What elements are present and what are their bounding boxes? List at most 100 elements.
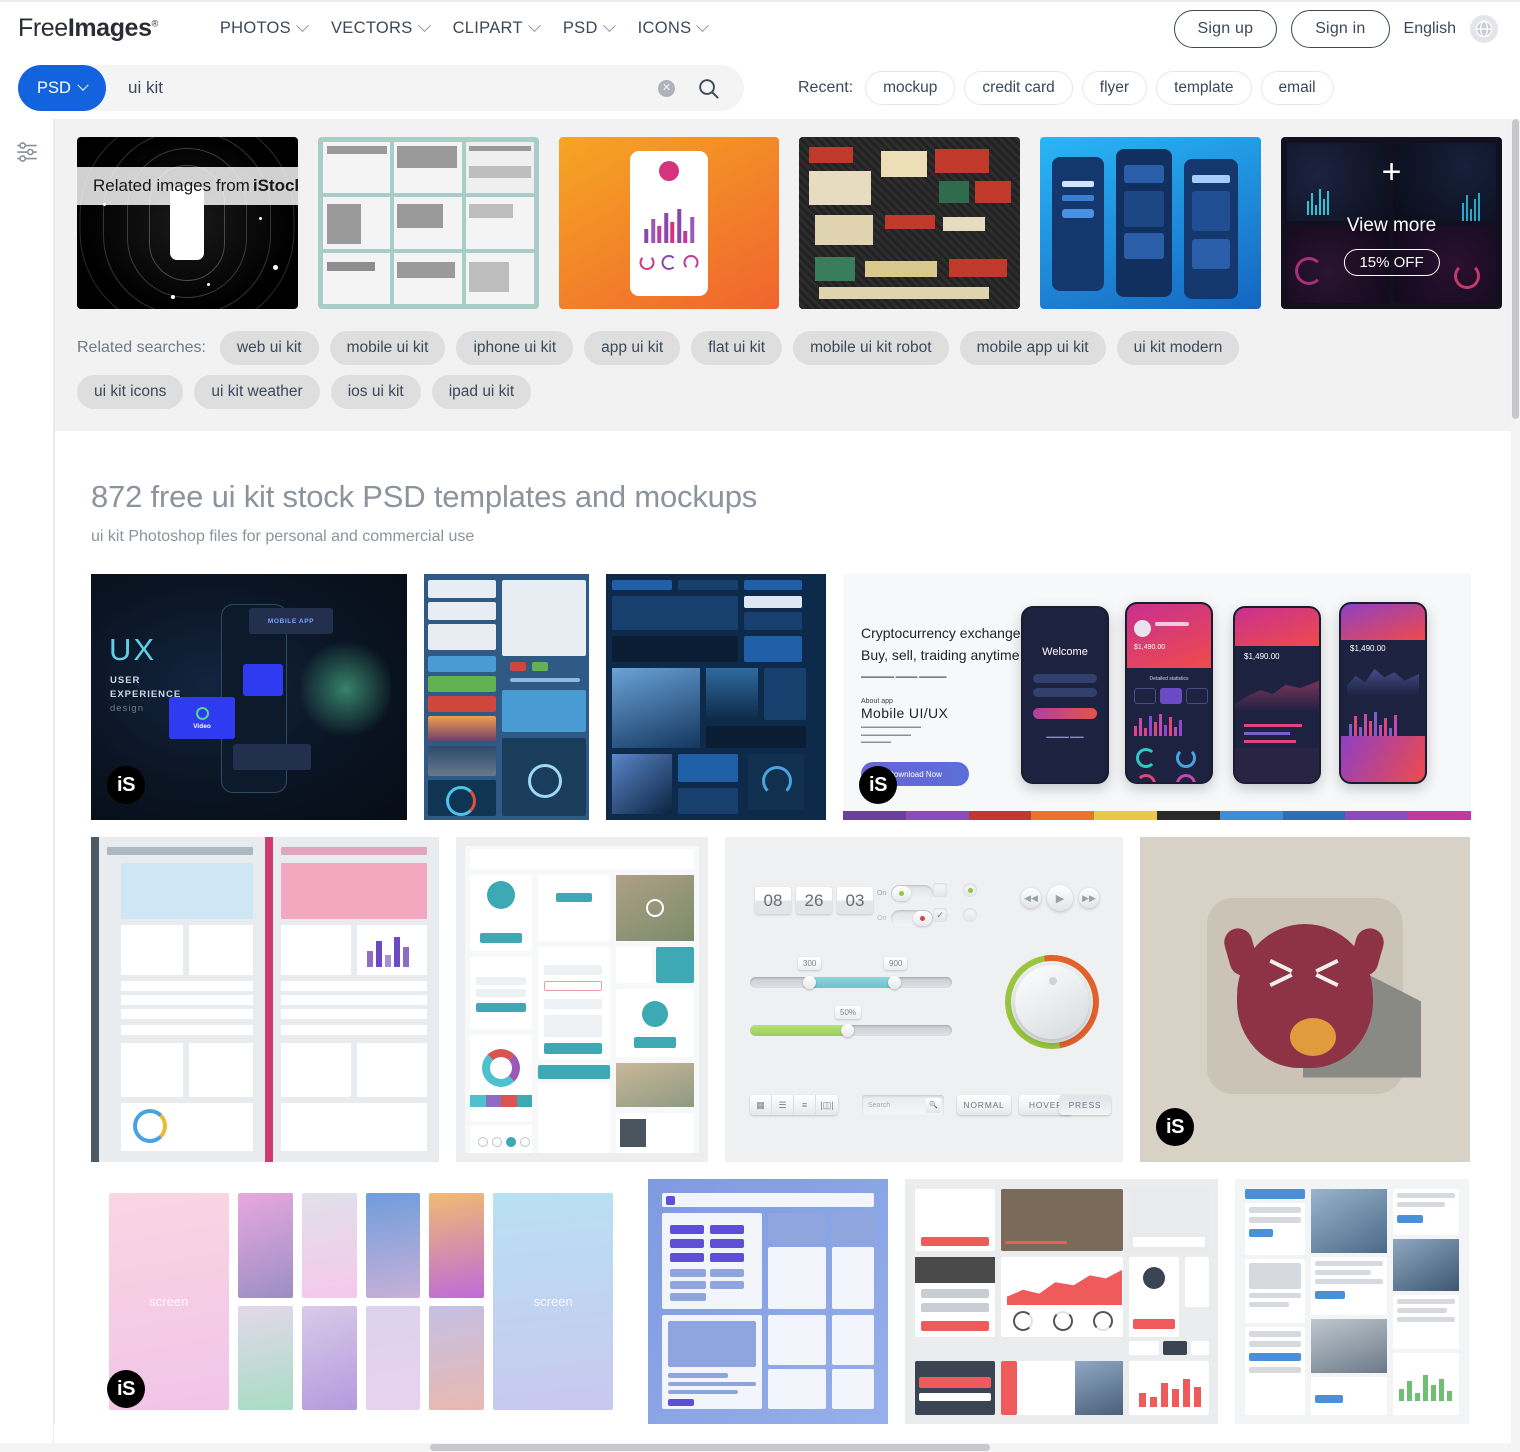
related-tag-mobile-ui-kit-robot[interactable]: mobile ui kit robot [793, 331, 949, 365]
crypto-download-label: Download Now [888, 769, 942, 779]
language-selector[interactable]: English [1404, 20, 1456, 38]
related-tag-ios-ui-kit[interactable]: ios ui kit [330, 375, 421, 409]
horizontal-scrollbar[interactable] [0, 1443, 1520, 1452]
site-header: FreeImages® PHOTOS VECTORS CLIPART PSD I… [0, 0, 1520, 57]
result-card-dog-icon[interactable]: iS [1140, 837, 1470, 1162]
promo-thumb-5[interactable] [1040, 137, 1262, 309]
search-icon[interactable] [697, 77, 720, 100]
nav-item-photos[interactable]: PHOTOS [202, 19, 313, 38]
checkbox-checked[interactable]: ✓ [933, 908, 947, 922]
progress-tip: 50% [835, 1006, 862, 1019]
search-category-dropdown[interactable]: PSD [18, 65, 106, 111]
recent-chip-flyer[interactable]: flyer [1081, 71, 1148, 105]
chevron-down-icon [417, 19, 431, 33]
result-card-blue-wireframe[interactable] [648, 1179, 888, 1424]
rewind-button[interactable]: ◀◀ [1021, 888, 1041, 908]
filter-sliders-icon[interactable] [14, 139, 40, 165]
istock-badge-dog: iS [1156, 1108, 1194, 1146]
range-slider[interactable] [750, 976, 952, 989]
site-logo[interactable]: FreeImages® [18, 14, 158, 43]
nav-item-clipart[interactable]: CLIPART [435, 19, 545, 38]
related-tag-ui-kit-modern[interactable]: ui kit modern [1116, 331, 1240, 365]
promo-thumb-view-more[interactable]: + View more 15% OFF [1281, 137, 1502, 309]
checkbox-unchecked[interactable] [933, 883, 947, 897]
toggle-switch-green[interactable] [891, 885, 934, 902]
related-tag-mobile-app-ui-kit[interactable]: mobile app ui kit [959, 331, 1106, 365]
button-press-label: PRESS [1068, 1100, 1102, 1110]
result-card-mobile-kit[interactable] [424, 574, 589, 820]
page-title: 872 free ui kit stock PSD templates and … [91, 479, 758, 514]
result-card-dashboard[interactable] [91, 837, 439, 1162]
sign-up-button[interactable]: Sign up [1173, 9, 1278, 48]
promo-thumb-1[interactable]: Related images from iStock | Save Now ↗ [77, 137, 298, 309]
crypto-phone-stats: $1,490.00 Detailed statistics [1125, 602, 1213, 784]
chevron-down-icon [77, 79, 89, 91]
result-card-gradient-screens[interactable]: screen screen iS [91, 1179, 631, 1424]
istock-promo-row: Related images from iStock | Save Now ↗ [77, 137, 1502, 309]
play-button[interactable]: ▶ [1047, 885, 1073, 911]
sign-in-button[interactable]: Sign in [1291, 9, 1390, 48]
nav-item-psd[interactable]: PSD [545, 19, 620, 38]
view-grid-icon[interactable]: ▦ [750, 1095, 772, 1115]
button-normal[interactable]: NORMAL [957, 1095, 1011, 1115]
search-row: PSD ✕ Recent: mockup credit card flyer t… [0, 57, 1520, 119]
istock-badge: iS [107, 766, 145, 804]
globe-icon[interactable] [1470, 14, 1498, 43]
main-nav: PHOTOS VECTORS CLIPART PSD ICONS [202, 19, 714, 38]
recent-searches: Recent: mockup credit card flyer templat… [798, 71, 1334, 105]
toggle-switch-red[interactable] [891, 910, 934, 927]
related-tag-ui-kit-icons[interactable]: ui kit icons [77, 375, 184, 409]
volume-knob[interactable] [986, 936, 1118, 1068]
close-icon[interactable]: ✕ [658, 79, 675, 97]
result-card-dark-kit[interactable] [606, 574, 826, 820]
radio-unselected[interactable] [963, 908, 977, 922]
crypto-about-label: About app [861, 698, 893, 705]
progress-slider-fill [750, 1025, 847, 1036]
view-columns-icon[interactable]: |◫| [816, 1095, 838, 1115]
crypto-phone-chart-2: $1,490.00 [1339, 602, 1427, 784]
result-card-teal-dashboard[interactable] [456, 837, 708, 1162]
related-tag-flat-ui-kit[interactable]: flat ui kit [691, 331, 783, 365]
result-card-red-kit[interactable] [905, 1179, 1218, 1424]
related-tag-mobile-ui-kit[interactable]: mobile ui kit [329, 331, 446, 365]
promo-thumb-3[interactable] [558, 137, 780, 309]
recent-chip-credit-card[interactable]: credit card [964, 71, 1073, 105]
radio-selected[interactable] [963, 883, 977, 897]
vertical-scrollbar[interactable] [1511, 119, 1520, 1452]
recent-chip-email[interactable]: email [1260, 71, 1334, 105]
related-tag-web-ui-kit[interactable]: web ui kit [219, 331, 319, 365]
search-input[interactable] [106, 78, 658, 98]
toggle-on-label-1: On [877, 890, 887, 897]
istock-promo-banner[interactable]: Related images from iStock | Save Now ↗ [77, 167, 298, 205]
promo-banner-prefix: Related images from [93, 176, 250, 195]
controls-search-placeholder: Search [868, 1101, 891, 1109]
promo-thumb-2[interactable] [317, 137, 539, 309]
range-slider-min-tip: 300 [798, 957, 822, 970]
button-press[interactable]: PRESS [1059, 1095, 1111, 1115]
promo-thumb-4[interactable] [799, 137, 1021, 309]
progress-slider[interactable] [750, 1024, 952, 1037]
forward-button[interactable]: ▶▶ [1079, 888, 1099, 908]
view-list-icon[interactable]: ☰ [772, 1095, 794, 1115]
logo-images: Images [67, 14, 152, 42]
result-card-gray-kit[interactable] [1235, 1179, 1469, 1424]
recent-chip-template[interactable]: template [1156, 71, 1252, 105]
nav-item-vectors[interactable]: VECTORS [313, 19, 435, 38]
view-rows-icon[interactable]: ≡ [794, 1095, 816, 1115]
horizontal-scrollbar-thumb[interactable] [430, 1444, 990, 1451]
search-icon-small[interactable]: 🔍 [926, 1097, 941, 1113]
related-tag-ui-kit-weather[interactable]: ui kit weather [194, 375, 320, 409]
related-tag-ipad-ui-kit[interactable]: ipad ui kit [431, 375, 532, 409]
nav-item-icons[interactable]: ICONS [620, 19, 714, 38]
result-card-crypto[interactable]: Cryptocurrency exchange Buy, sell, traid… [843, 574, 1471, 820]
vertical-scrollbar-thumb[interactable] [1512, 119, 1519, 419]
recent-chip-mockup[interactable]: mockup [865, 71, 956, 105]
page-subtitle: ui kit Photoshop files for personal and … [91, 528, 475, 545]
result-card-ui-controls[interactable]: 08 26 03 On Off On [725, 837, 1123, 1162]
search-category-label: PSD [37, 78, 71, 97]
ux-chip-video: Video [169, 697, 235, 739]
related-tag-app-ui-kit[interactable]: app ui kit [584, 331, 681, 365]
result-card-ux[interactable]: UX USER EXPERIENCE design MOBILE APP Vid… [91, 574, 407, 820]
ux-chip-mobile-app: MOBILE APP [249, 608, 333, 634]
related-tag-iphone-ui-kit[interactable]: iphone ui kit [456, 331, 574, 365]
